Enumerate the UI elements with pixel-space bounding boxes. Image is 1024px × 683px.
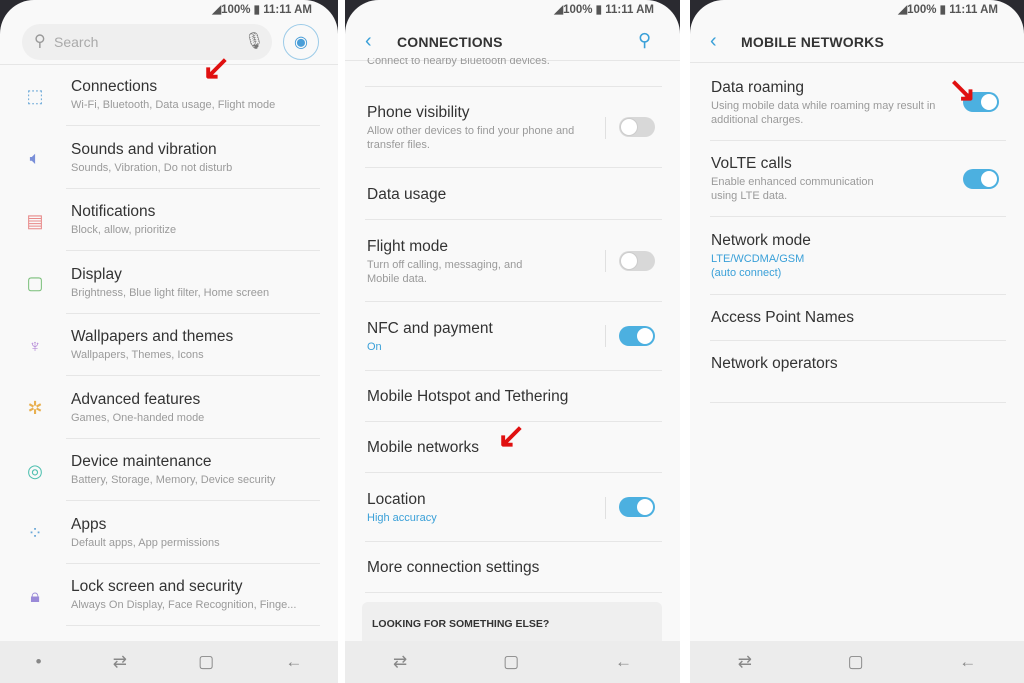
more-connection-settings-item[interactable]: More connection settings bbox=[367, 559, 539, 577]
settings-item-title: Connections bbox=[71, 78, 158, 95]
navigation-bar: • ⇄ ▢ ← bbox=[0, 641, 338, 683]
navigation-bar: ⇄ ▢ ← bbox=[345, 641, 680, 683]
home-button[interactable]: ▢ bbox=[198, 652, 214, 672]
navigation-bar: ⇄ ▢ ← bbox=[690, 641, 1024, 683]
display-icon: ▢ bbox=[26, 273, 44, 293]
settings-item-title: Sounds and vibration bbox=[71, 140, 217, 158]
annotation-arrow: ↙ bbox=[497, 417, 526, 455]
volte-toggle[interactable] bbox=[963, 169, 999, 189]
account-button[interactable]: ◉ bbox=[283, 24, 319, 60]
back-button[interactable]: ← bbox=[615, 652, 632, 672]
apn-item[interactable]: Access Point Names bbox=[711, 309, 854, 327]
partial-text: Connect to nearby Bluetooth devices. bbox=[367, 58, 550, 67]
recents-button[interactable]: ⇄ bbox=[393, 652, 407, 672]
settings-item-subtitle: Battery, Storage, Memory, Device securit… bbox=[71, 474, 276, 486]
back-button[interactable]: ← bbox=[285, 652, 302, 672]
page-title: CONNECTIONS bbox=[397, 34, 503, 50]
settings-item-subtitle: Brightness, Blue light filter, Home scre… bbox=[71, 286, 270, 299]
settings-item-title: Notifications bbox=[71, 203, 156, 220]
hotspot-item[interactable]: Mobile Hotspot and Tethering bbox=[367, 388, 568, 406]
settings-item-subtitle: Always On Display, Face Recognition, Fin… bbox=[71, 599, 297, 611]
back-button[interactable]: ← bbox=[959, 652, 976, 672]
phone-settings: ◢100% ▮ 11:11 AM ⚲ Search 🎙︎ ◉ ⬚ Connect… bbox=[0, 0, 338, 683]
location-toggle[interactable] bbox=[619, 497, 655, 517]
settings-item-title: Apps bbox=[71, 515, 107, 533]
nfc-toggle[interactable] bbox=[619, 326, 655, 346]
settings-item-title: Display bbox=[71, 265, 122, 283]
status-bar: ◢100% ▮ 11:11 AM bbox=[554, 4, 654, 16]
settings-item-subtitle: Sounds, Vibration, Do not disturb bbox=[71, 161, 233, 174]
back-icon[interactable]: ‹ bbox=[365, 30, 372, 53]
recents-button[interactable]: ⇄ bbox=[113, 652, 127, 672]
gear-plus-icon: ✲ bbox=[27, 398, 43, 418]
brush-icon: ♆ bbox=[28, 335, 42, 356]
settings-item-title: Wallpapers and themes bbox=[71, 328, 234, 345]
settings-item-subtitle: Games, One-handed mode bbox=[71, 411, 205, 424]
status-bar: ◢100% ▮ 11:11 AM bbox=[212, 4, 312, 16]
apps-icon: ⁘ bbox=[27, 523, 43, 543]
network-operators-item[interactable]: Network operators bbox=[711, 355, 838, 373]
mobile-networks-item[interactable]: Mobile networks bbox=[367, 439, 479, 457]
lock-icon: 🔒︎ bbox=[30, 585, 40, 606]
search-placeholder: Search bbox=[54, 34, 99, 50]
connections-icon: ⬚ bbox=[26, 85, 44, 106]
phone-connections: ◢100% ▮ 11:11 AM ‹ CONNECTIONS ⚲ Connect… bbox=[345, 0, 680, 683]
settings-item-title: Advanced features bbox=[71, 390, 201, 408]
home-button[interactable]: ▢ bbox=[503, 652, 519, 672]
settings-item-title: Device maintenance bbox=[71, 453, 212, 470]
dot-icon: • bbox=[35, 652, 42, 671]
looking-heading: LOOKING FOR SOMETHING ELSE? bbox=[372, 618, 550, 630]
settings-item-subtitle: Wallpapers, Themes, Icons bbox=[71, 349, 204, 361]
notifications-icon: ▤ bbox=[26, 210, 44, 231]
search-icon[interactable]: ⚲ bbox=[638, 30, 651, 51]
phone-mobile-networks: ◢100% ▮ 11:11 AM ‹ MOBILE NETWORKS Data … bbox=[690, 0, 1024, 683]
status-bar: ◢100% ▮ 11:11 AM bbox=[898, 4, 998, 16]
page-title: MOBILE NETWORKS bbox=[741, 34, 884, 50]
maintenance-icon: ◎ bbox=[27, 460, 43, 481]
search-icon: ⚲ bbox=[34, 33, 46, 50]
settings-item-title: Lock screen and security bbox=[71, 578, 243, 595]
search-input[interactable]: ⚲ Search 🎙︎ bbox=[22, 24, 272, 60]
settings-item-subtitle: Wi-Fi, Bluetooth, Data usage, Flight mod… bbox=[71, 99, 276, 111]
settings-item-subtitle: Block, allow, prioritize bbox=[71, 224, 177, 236]
speaker-icon: 🔈︎ bbox=[29, 148, 41, 168]
annotation-arrow: ↘ bbox=[948, 71, 977, 109]
data-usage-item[interactable]: Data usage bbox=[367, 186, 446, 204]
annotation-arrow: ↙ bbox=[202, 49, 231, 87]
back-icon[interactable]: ‹ bbox=[710, 30, 717, 53]
settings-item-subtitle: Default apps, App permissions bbox=[71, 536, 220, 549]
recents-button[interactable]: ⇄ bbox=[738, 652, 752, 672]
phone-visibility-toggle[interactable] bbox=[619, 117, 655, 137]
home-button[interactable]: ▢ bbox=[848, 652, 864, 672]
microphone-icon[interactable]: 🎙︎ bbox=[244, 31, 264, 51]
flight-mode-toggle[interactable] bbox=[619, 251, 655, 271]
